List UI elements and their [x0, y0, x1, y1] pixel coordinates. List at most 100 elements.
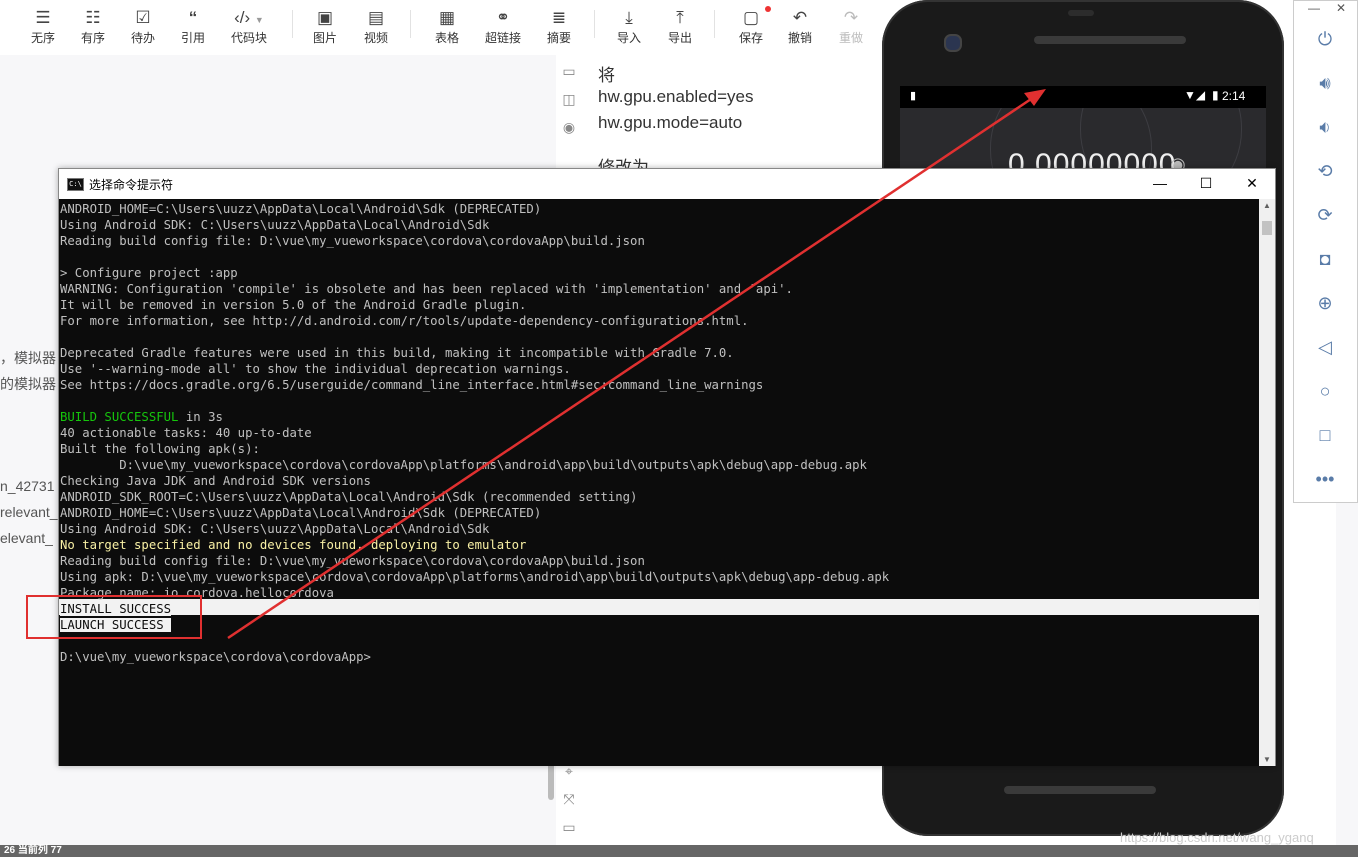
toolbar-divider	[714, 10, 715, 38]
close-icon[interactable]: ✕	[1336, 1, 1346, 15]
redo-button[interactable]: ↷ 重做	[826, 6, 876, 46]
back-icon[interactable]: ◁	[1309, 331, 1341, 363]
console-line-text: Reading build config file: D:\vue\my_vue…	[60, 554, 645, 568]
console-line: WARNING: Configuration 'compile' is obso…	[60, 281, 793, 297]
console-line-text: Reading build config file: D:\vue\my_vue…	[60, 234, 645, 248]
link-button[interactable]: ⚭ 超链接	[478, 6, 528, 46]
minimize-button[interactable]: —	[1137, 169, 1183, 199]
import-button[interactable]: ⤓ 导入	[604, 6, 654, 46]
link-icon: ⚭	[495, 8, 511, 27]
unordered-list-icon: ☰	[35, 8, 51, 27]
undo-icon: ↶	[792, 8, 808, 27]
table-icon: ▦	[438, 8, 456, 27]
image-button[interactable]: ▣ 图片	[300, 6, 350, 46]
preview-line: hw.gpu.enabled=yes	[598, 87, 754, 106]
console-line-text: See https://docs.gradle.org/6.5/userguid…	[60, 378, 764, 392]
phone-status-bar: ▮ ▼◢ ▮ 2:14	[900, 86, 1266, 108]
summary-icon: ≣	[551, 8, 567, 27]
layout-single-icon[interactable]: ▭	[560, 63, 578, 81]
left-text-fragment: relevant_	[0, 504, 58, 520]
console-line-text: WARNING: Configuration 'compile' is obso…	[60, 282, 793, 296]
camera-icon[interactable]: ◘	[1309, 243, 1341, 275]
console-line-text: D:\vue\my_vueworkspace\cordova\cordovaAp…	[60, 650, 371, 664]
toolbar-divider	[594, 10, 595, 38]
console-line-text: It will be removed in version 5.0 of the…	[60, 298, 527, 312]
sd-card-icon: ▮	[910, 90, 917, 102]
minimize-icon[interactable]: —	[1308, 1, 1320, 15]
console-line: Checking Java JDK and Android SDK versio…	[60, 473, 371, 489]
preview-line: 将	[598, 66, 615, 85]
phone-speaker	[1034, 36, 1186, 44]
undo-button[interactable]: ↶ 撤销	[775, 6, 825, 46]
export-button[interactable]: ⤒ 导出	[655, 6, 705, 46]
console-line: ANDROID_HOME=C:\Users\uuzz\AppData\Local…	[60, 505, 541, 521]
console-line: Use '--warning-mode all' to show the ind…	[60, 361, 571, 377]
scroll-down-arrow-icon[interactable]: ▼	[1259, 755, 1275, 764]
phone-clock: 2:14	[1222, 89, 1246, 103]
console-line: D:\vue\my_vueworkspace\cordova\cordovaAp…	[60, 457, 867, 473]
editor-scrollbar[interactable]	[548, 760, 554, 800]
annotation-highlight-box	[26, 595, 202, 639]
console-line-text: ANDROID_HOME=C:\Users\uuzz\AppData\Local…	[60, 506, 542, 520]
unordered-list-button[interactable]: ☰ 无序	[18, 6, 68, 46]
command-prompt-window: C:\ 选择命令提示符 — ☐ ✕ ANDROID_HOME=C:\Users\…	[58, 168, 1276, 766]
battery-icon: ▮	[1212, 88, 1219, 102]
todo-list-button[interactable]: ☑ 待办	[118, 6, 168, 46]
console-line: > Configure project :app	[60, 265, 238, 281]
zoom-icon[interactable]: ⊕	[1309, 287, 1341, 319]
emulator-control-panel: — ✕ ⏻ 🔊︎ 🔉︎ ⟲ ⟳ ◘ ⊕ ◁ ○ □ •••	[1293, 0, 1358, 503]
console-output[interactable]: ANDROID_HOME=C:\Users\uuzz\AppData\Local…	[59, 199, 1259, 766]
volume-down-icon[interactable]: 🔉︎	[1309, 111, 1341, 143]
console-line-text: Using apk: D:\vue\my_vueworkspace\cordov…	[60, 570, 890, 584]
maximize-button[interactable]: ☐	[1183, 169, 1229, 199]
power-icon[interactable]: ⏻	[1309, 23, 1341, 55]
console-line-suffix: in 3s	[178, 410, 223, 424]
table-button[interactable]: ▦ 表格	[422, 6, 472, 46]
home-icon[interactable]: ○	[1309, 375, 1341, 407]
monitor-icon[interactable]: ▭	[560, 819, 578, 837]
console-line: No target specified and no devices found…	[60, 537, 526, 553]
console-line-text: Use '--warning-mode all' to show the ind…	[60, 362, 571, 376]
console-line: Using apk: D:\vue\my_vueworkspace\cordov…	[60, 569, 889, 585]
left-text-fragment: elevant_	[0, 530, 53, 546]
console-line-text: Built the following apk(s):	[60, 442, 260, 456]
console-line: Deprecated Gradle features were used in …	[60, 345, 734, 361]
quote-icon: “	[188, 8, 198, 27]
console-scrollbar[interactable]: ▲ ▼	[1259, 199, 1275, 766]
scrollbar-thumb[interactable]	[1262, 221, 1272, 235]
window-title-bar[interactable]: C:\ 选择命令提示符 — ☐ ✕	[59, 169, 1275, 199]
image-icon: ▣	[316, 8, 334, 27]
scroll-up-arrow-icon[interactable]: ▲	[1259, 201, 1275, 210]
video-icon: ▤	[367, 8, 385, 27]
console-line-text: BUILD SUCCESSFUL	[60, 410, 179, 424]
save-button[interactable]: ▢ 保存	[726, 6, 776, 46]
ordered-list-button[interactable]: ☷ 有序	[68, 6, 118, 46]
more-icon[interactable]: •••	[1309, 463, 1341, 495]
preview-eye-icon[interactable]: ◉	[560, 119, 578, 137]
toolbar-divider	[292, 10, 293, 38]
quote-button[interactable]: “引用	[168, 6, 218, 46]
close-button[interactable]: ✕	[1229, 169, 1275, 199]
video-button[interactable]: ▤ 视频	[351, 6, 401, 46]
code-block-icon: ‹/› ▼	[234, 8, 264, 27]
console-line: Using Android SDK: C:\Users\uuzz\AppData…	[60, 521, 489, 537]
rotate-right-icon[interactable]: ⟳	[1309, 199, 1341, 231]
wifi-signal-icon: ▼◢	[1184, 88, 1206, 102]
summary-button[interactable]: ≣ 摘要	[534, 6, 584, 46]
cmd-icon: C:\	[67, 178, 84, 191]
ordered-list-icon: ☷	[85, 8, 101, 27]
overview-icon[interactable]: □	[1309, 419, 1341, 451]
console-line: Built the following apk(s):	[60, 441, 260, 457]
code-block-button[interactable]: ‹/› ▼ 代码块	[224, 6, 274, 46]
redo-icon: ↷	[843, 8, 859, 27]
rotate-left-icon[interactable]: ⟲	[1309, 155, 1341, 187]
volume-up-icon[interactable]: 🔊︎	[1309, 67, 1341, 99]
phone-sensor	[1068, 10, 1094, 16]
left-text-fragment: ，模拟器	[0, 350, 56, 366]
console-line-text: Checking Java JDK and Android SDK versio…	[60, 474, 371, 488]
console-line: See https://docs.gradle.org/6.5/userguid…	[60, 377, 763, 393]
fullscreen-icon[interactable]: ⤧	[560, 791, 578, 809]
console-line: D:\vue\my_vueworkspace\cordova\cordovaAp…	[60, 649, 371, 665]
layout-split-icon[interactable]: ◫	[560, 91, 578, 109]
left-text-fragment: 的模拟器	[0, 376, 56, 392]
